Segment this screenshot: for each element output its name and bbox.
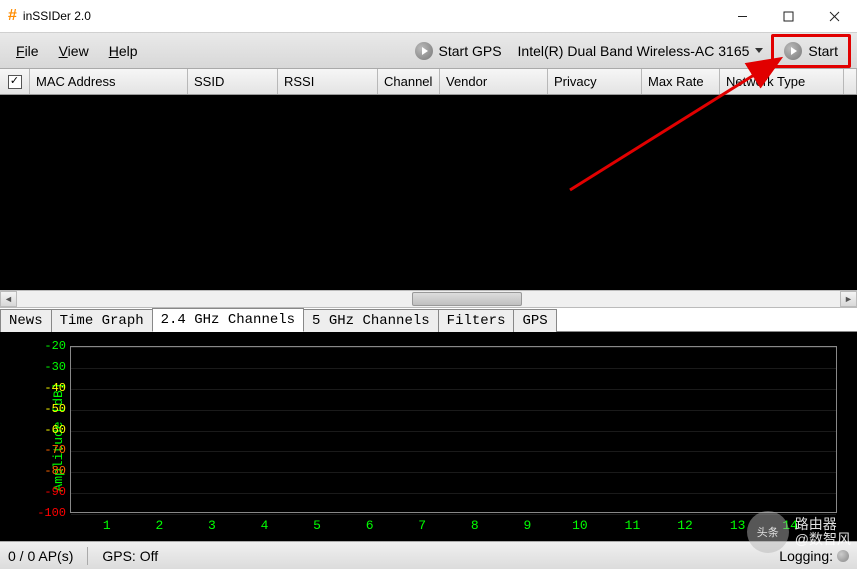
chart-y-tick: -90 bbox=[32, 485, 66, 499]
chart-x-tick: 3 bbox=[208, 518, 216, 533]
tab-time-graph[interactable]: Time Graph bbox=[51, 309, 153, 332]
horizontal-scrollbar[interactable]: ◄ ► bbox=[0, 290, 857, 308]
app-icon: # bbox=[8, 7, 17, 25]
minimize-button[interactable] bbox=[719, 0, 765, 32]
chart-gridline bbox=[71, 451, 836, 452]
chart-x-tick: 9 bbox=[523, 518, 531, 533]
title-bar: # inSSIDer 2.0 bbox=[0, 0, 857, 33]
chart-y-tick: -30 bbox=[32, 360, 66, 374]
scroll-right-arrow[interactable]: ► bbox=[840, 291, 857, 307]
menu-file[interactable]: File bbox=[6, 39, 49, 63]
scroll-thumb[interactable] bbox=[412, 292, 522, 306]
watermark-badge: 头条 bbox=[747, 511, 789, 553]
start-button[interactable]: Start bbox=[776, 38, 846, 64]
start-gps-label: Start GPS bbox=[439, 43, 502, 59]
header-privacy[interactable]: Privacy bbox=[548, 69, 642, 94]
chart-x-tick: 1 bbox=[103, 518, 111, 533]
chart-gridline bbox=[71, 472, 836, 473]
play-icon bbox=[415, 42, 433, 60]
grid-header-row: ✓ MAC Address SSID RSSI Channel Vendor P… bbox=[0, 69, 857, 95]
header-vendor[interactable]: Vendor bbox=[440, 69, 548, 94]
chart-x-tick: 10 bbox=[572, 518, 588, 533]
tab-5ghz[interactable]: 5 GHz Channels bbox=[303, 309, 439, 332]
chart-x-tick: 13 bbox=[730, 518, 746, 533]
status-ap-count: 0 / 0 AP(s) bbox=[8, 548, 73, 564]
header-overflow[interactable] bbox=[844, 69, 857, 94]
tab-gps[interactable]: GPS bbox=[513, 309, 556, 332]
header-channel[interactable]: Channel bbox=[378, 69, 440, 94]
chart-x-tick: 4 bbox=[261, 518, 269, 533]
chart-x-tick: 2 bbox=[155, 518, 163, 533]
chart-gridline bbox=[71, 389, 836, 390]
adapter-dropdown[interactable]: Intel(R) Dual Band Wireless-AC 3165 bbox=[510, 39, 772, 63]
maximize-button[interactable] bbox=[765, 0, 811, 32]
header-rssi[interactable]: RSSI bbox=[278, 69, 378, 94]
header-maxrate[interactable]: Max Rate bbox=[642, 69, 720, 94]
chart-gridline bbox=[71, 368, 836, 369]
scroll-track[interactable] bbox=[17, 291, 840, 307]
chart-x-tick: 6 bbox=[366, 518, 374, 533]
grid-body[interactable] bbox=[0, 95, 857, 290]
chart-panel: Amplitude [dB] -20-30-40-50-60-70-80-90-… bbox=[0, 332, 857, 541]
chart-gridline bbox=[71, 493, 836, 494]
chart-x-tick: 5 bbox=[313, 518, 321, 533]
header-network-type[interactable]: Network Type bbox=[720, 69, 844, 94]
chart-x-tick: 11 bbox=[625, 518, 641, 533]
chart-gridline bbox=[71, 514, 836, 515]
chart-gridline bbox=[71, 431, 836, 432]
status-separator bbox=[87, 547, 88, 565]
menu-help[interactable]: Help bbox=[99, 39, 148, 63]
chart-x-tick: 12 bbox=[677, 518, 693, 533]
chart-y-tick: -40 bbox=[32, 381, 66, 395]
chevron-down-icon bbox=[755, 48, 763, 53]
header-ssid[interactable]: SSID bbox=[188, 69, 278, 94]
chart-y-tick: -100 bbox=[32, 506, 66, 520]
tab-strip: News Time Graph 2.4 GHz Channels 5 GHz C… bbox=[0, 308, 857, 332]
tab-news[interactable]: News bbox=[0, 309, 52, 332]
chart-plot-area[interactable] bbox=[70, 346, 837, 513]
start-label: Start bbox=[808, 43, 838, 59]
chart-y-tick: -70 bbox=[32, 443, 66, 457]
tab-filters[interactable]: Filters bbox=[438, 309, 515, 332]
watermark-line1: 路由器 bbox=[795, 517, 851, 532]
menu-view[interactable]: View bbox=[49, 39, 99, 63]
close-button[interactable] bbox=[811, 0, 857, 32]
header-mac[interactable]: MAC Address bbox=[30, 69, 188, 94]
adapter-label: Intel(R) Dual Band Wireless-AC 3165 bbox=[518, 43, 750, 59]
start-gps-button[interactable]: Start GPS bbox=[407, 38, 510, 64]
start-button-highlight: Start bbox=[771, 34, 851, 68]
scroll-left-arrow[interactable]: ◄ bbox=[0, 291, 17, 307]
chart-y-tick: -80 bbox=[32, 464, 66, 478]
window-title: inSSIDer 2.0 bbox=[23, 9, 719, 23]
status-gps: GPS: Off bbox=[102, 548, 158, 564]
play-icon bbox=[784, 42, 802, 60]
chart-x-tick: 7 bbox=[418, 518, 426, 533]
chart-y-tick: -60 bbox=[32, 423, 66, 437]
chart-y-tick: -50 bbox=[32, 402, 66, 416]
chart-gridline bbox=[71, 347, 836, 348]
watermark-line2: @数智风 bbox=[795, 532, 851, 547]
window-controls bbox=[719, 0, 857, 32]
menu-bar: File View Help Start GPS Intel(R) Dual B… bbox=[0, 33, 857, 69]
chart-gridline bbox=[71, 410, 836, 411]
checkbox-icon[interactable]: ✓ bbox=[8, 75, 22, 89]
chart-x-tick: 8 bbox=[471, 518, 479, 533]
status-bar: 0 / 0 AP(s) GPS: Off Logging: bbox=[0, 541, 857, 569]
chart-y-tick: -20 bbox=[32, 339, 66, 353]
watermark: 头条 路由器 @数智风 bbox=[747, 511, 851, 553]
tab-24ghz[interactable]: 2.4 GHz Channels bbox=[152, 308, 304, 332]
header-checkbox-cell[interactable]: ✓ bbox=[0, 69, 30, 94]
